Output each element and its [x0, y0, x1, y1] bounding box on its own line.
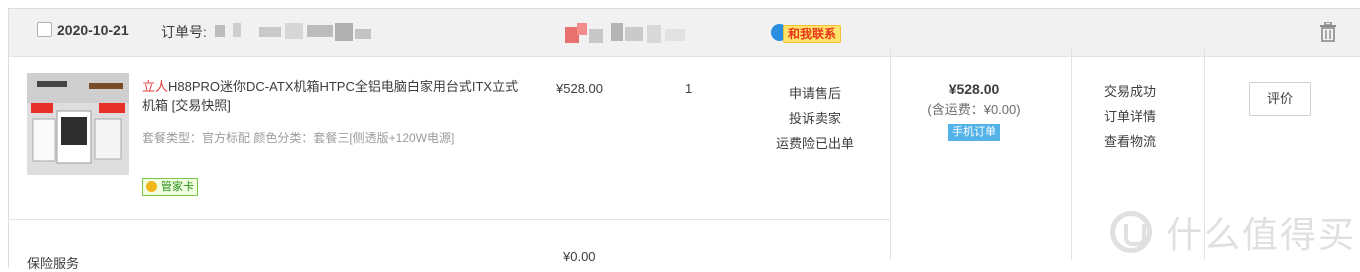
product-sku: 套餐类型：官方标配 颜色分类：套餐三[侧透版+120W电源] [142, 131, 455, 145]
total-amount: ¥528.00 [948, 81, 1000, 97]
complain-seller-link[interactable]: 投诉卖家 [740, 106, 890, 131]
shipping-fee: (含运费：¥0.00) [927, 102, 1021, 117]
order-status: 交易成功 订单详情 查看物流 [1070, 79, 1190, 154]
mobile-order-badge: 手机订单 [948, 124, 1000, 141]
trade-status: 交易成功 [1103, 84, 1156, 99]
product-image [27, 73, 129, 175]
freight-insurance-status: 运费险已出单 [775, 136, 854, 151]
service-links: 申请售后 投诉卖家 运费险已出单 [740, 81, 890, 156]
unit-price: ¥528.00 [556, 81, 603, 96]
butler-card-label: 管家卡 [161, 181, 194, 193]
flower-icon [146, 181, 157, 192]
row-divider [8, 219, 890, 220]
rate-button[interactable]: 评价 [1249, 82, 1311, 116]
quantity: 1 [685, 81, 693, 96]
contact-seller-button[interactable]: 和我联系 [771, 23, 857, 43]
order-number-label: 订单号: [161, 24, 207, 40]
order-date: 2020-10-21 [57, 22, 129, 38]
trade-snapshot-link[interactable]: [交易快照] [172, 98, 231, 113]
product-brand: 立人 [142, 79, 169, 94]
product-title-link[interactable]: 立人H88PRO迷你DC-ATX机箱HTPC全铝电脑白家用台式ITX立式机箱 [… [142, 77, 522, 115]
view-logistics-link[interactable]: 查看物流 [1070, 129, 1190, 154]
order-checkbox[interactable] [37, 22, 52, 37]
payment-summary: ¥528.00 (含运费：¥0.00) 手机订单 [884, 79, 1064, 141]
insurance-price: ¥0.00 [563, 249, 596, 264]
insurance-label: 保险服务 [27, 256, 80, 271]
site-watermark: 什么值得买 [1110, 208, 1356, 256]
shop-name-redacted [565, 23, 695, 45]
trash-icon[interactable] [1319, 22, 1337, 42]
order-number-redacted [215, 23, 375, 41]
butler-card-badge[interactable]: 管家卡 [142, 178, 198, 196]
watermark-text: 什么值得买 [1166, 214, 1357, 255]
apply-after-sales-link[interactable]: 申请售后 [740, 81, 890, 106]
watermark-logo-icon [1110, 211, 1152, 253]
contact-seller-label: 和我联系 [783, 25, 842, 43]
order-details-link[interactable]: 订单详情 [1070, 104, 1190, 129]
product-thumbnail[interactable] [27, 73, 129, 175]
order-header: 2020-10-21 订单号: 和我联系 [9, 9, 1360, 57]
